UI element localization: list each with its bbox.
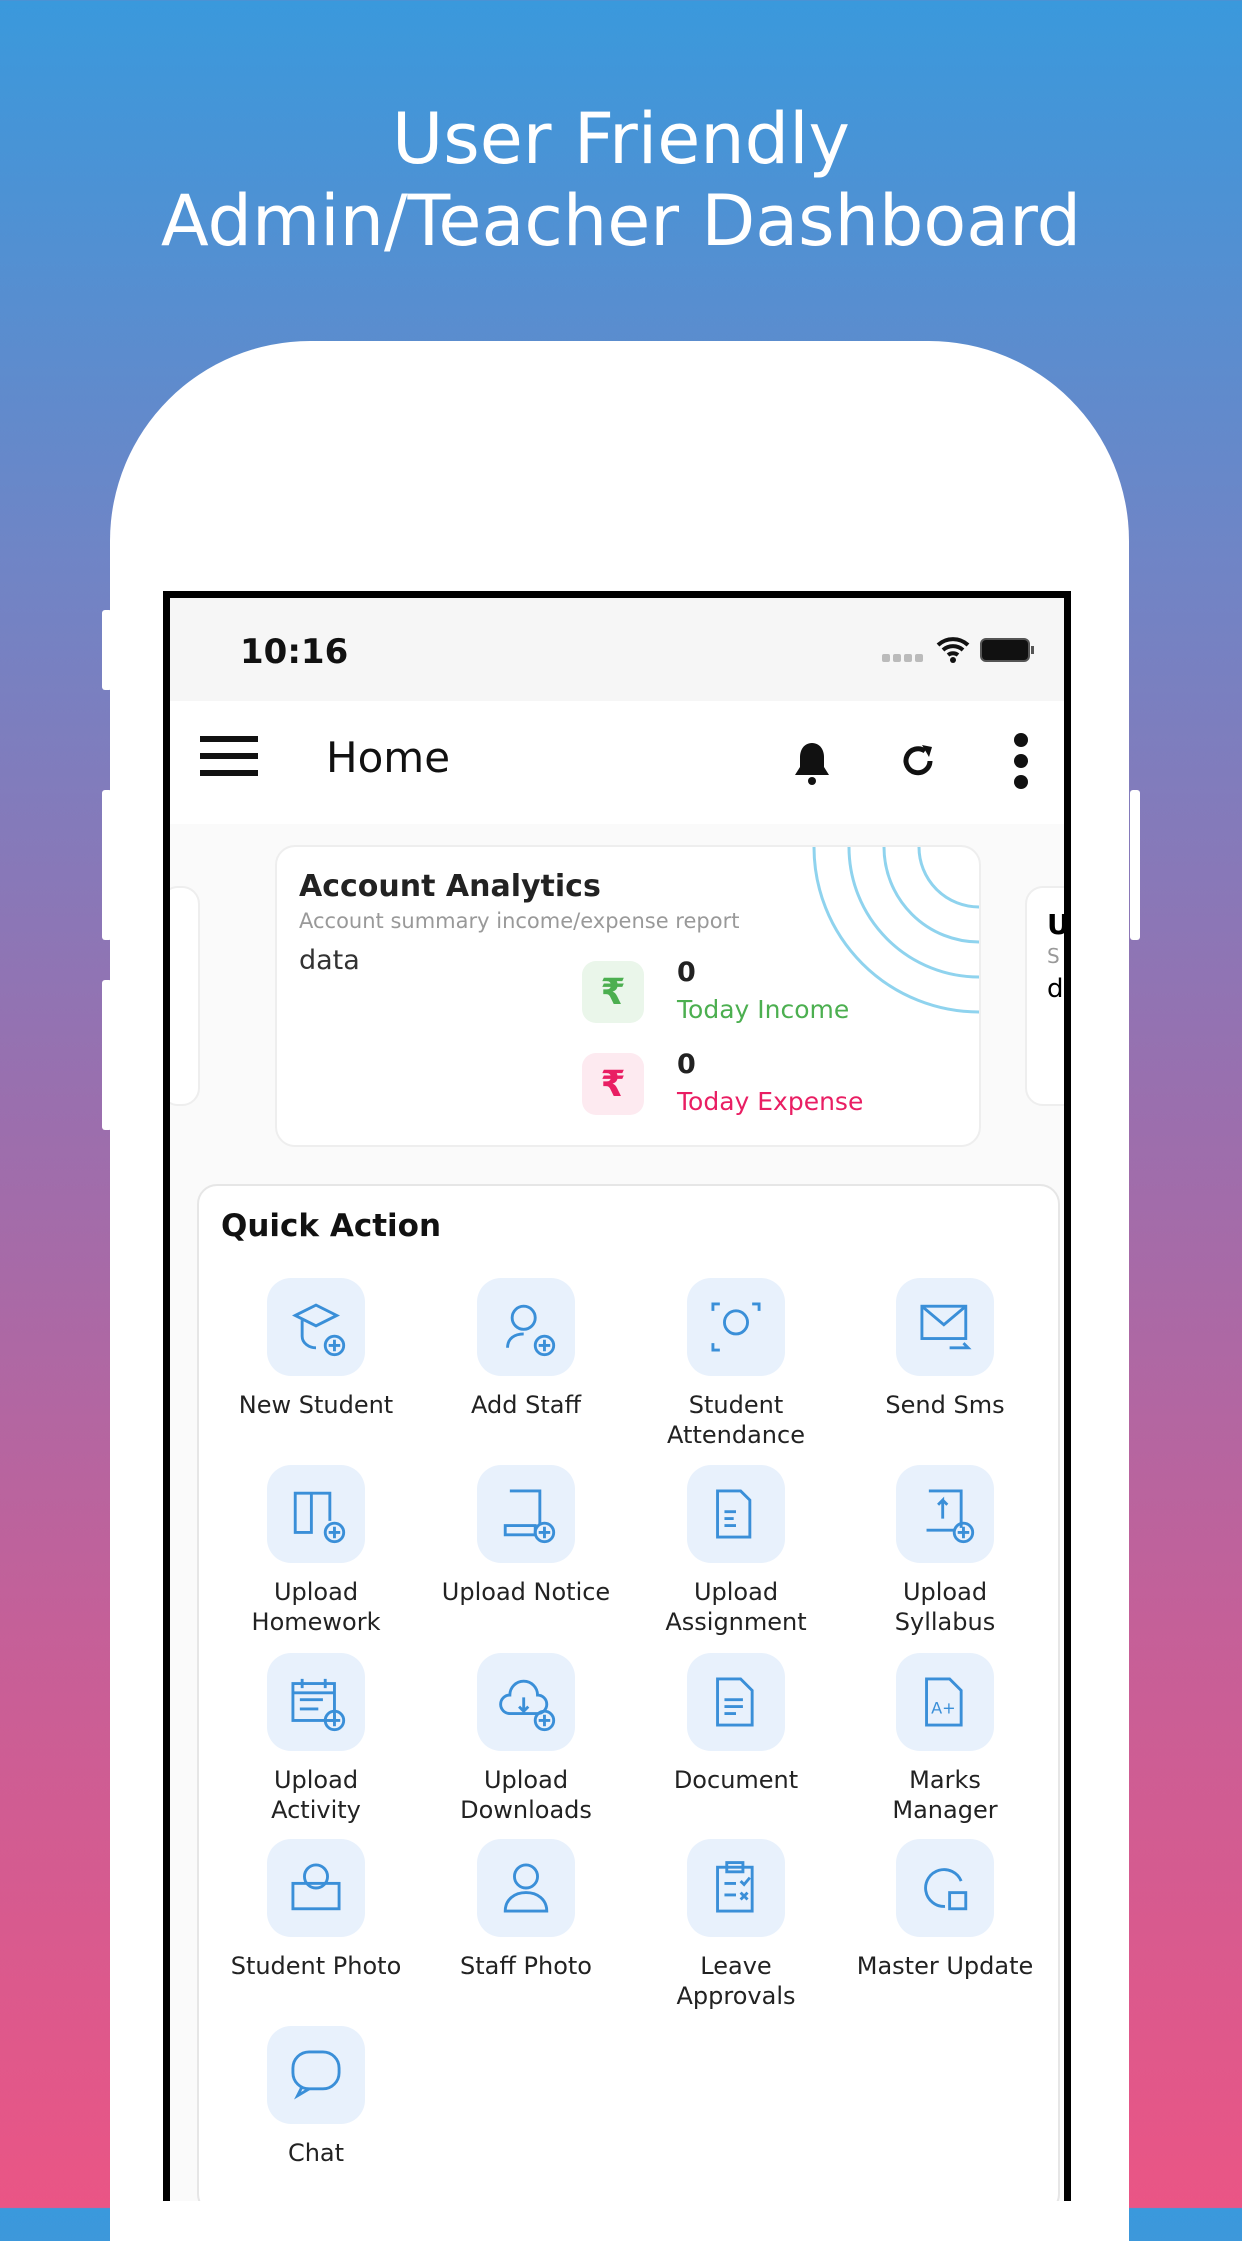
today-income-label: Today Income bbox=[677, 995, 850, 1024]
quick-action-chat[interactable]: Chat bbox=[211, 2026, 421, 2168]
income-rupee-icon: ₹ bbox=[582, 961, 644, 1023]
quick-action-label: Master Update bbox=[856, 1952, 1034, 1980]
calendar-add-icon bbox=[267, 1653, 365, 1751]
account-title: Account Analytics bbox=[299, 869, 601, 904]
more-vertical-icon[interactable] bbox=[1013, 733, 1029, 789]
attendance-icon bbox=[687, 1278, 785, 1376]
marks-icon: A+ bbox=[896, 1653, 994, 1751]
app-bar: Home bbox=[170, 701, 1064, 824]
headline-line-1: User Friendly bbox=[392, 98, 850, 180]
quick-action-label: Upload Assignment bbox=[665, 1578, 807, 1636]
cloud-download-icon bbox=[477, 1653, 575, 1751]
staff-photo-icon bbox=[477, 1839, 575, 1937]
quick-action-title: Quick Action bbox=[221, 1208, 442, 1244]
quick-action-staff-photo[interactable]: Staff Photo bbox=[421, 1839, 631, 1981]
account-analytics-card[interactable]: Account Analytics Account summary income… bbox=[275, 845, 981, 1147]
bell-icon[interactable] bbox=[792, 739, 832, 787]
quick-action-label: Send Sms bbox=[885, 1391, 1005, 1419]
quick-action-label: Add Staff bbox=[471, 1391, 581, 1419]
page-title: Home bbox=[326, 733, 451, 782]
quick-action-label: Staff Photo bbox=[460, 1952, 592, 1980]
battery-icon bbox=[980, 638, 1034, 662]
next-card-data: d bbox=[1047, 974, 1064, 1004]
phone-screen: 10:16 Home U S d Account Analytics Accou… bbox=[163, 591, 1071, 2201]
menu-icon[interactable] bbox=[200, 736, 258, 776]
next-card-subtitle: S bbox=[1047, 944, 1060, 968]
status-bar: 10:16 bbox=[170, 598, 1064, 701]
mail-send-icon bbox=[896, 1278, 994, 1376]
refresh-icon[interactable] bbox=[898, 741, 938, 781]
quick-action-marks-manager[interactable]: A+ Marks Manager bbox=[840, 1653, 1050, 1825]
quick-action-send-sms[interactable]: Send Sms bbox=[840, 1278, 1050, 1420]
headline: User Friendly Admin/Teacher Dashboard bbox=[0, 98, 1242, 262]
quick-action-label: Upload Downloads bbox=[460, 1766, 592, 1824]
status-time: 10:16 bbox=[240, 632, 349, 672]
next-card-title: U bbox=[1047, 908, 1070, 941]
quick-action-label: Chat bbox=[287, 2139, 345, 2167]
quick-action-label: Upload Activity bbox=[271, 1766, 361, 1824]
headline-line-2: Admin/Teacher Dashboard bbox=[160, 180, 1082, 262]
quick-action-upload-downloads[interactable]: Upload Downloads bbox=[421, 1653, 631, 1825]
quick-action-card: Quick Action New Student Add Staff Student… bbox=[197, 1184, 1060, 2201]
quick-action-upload-syllabus[interactable]: Upload Syllabus bbox=[840, 1465, 1050, 1637]
wifi-icon bbox=[936, 637, 970, 663]
quick-action-upload-activity[interactable]: Upload Activity bbox=[211, 1653, 421, 1825]
signal-icon bbox=[882, 654, 923, 662]
quick-action-new-student[interactable]: New Student bbox=[211, 1278, 421, 1420]
assignment-icon bbox=[687, 1465, 785, 1563]
next-card-peek[interactable]: U S d bbox=[1025, 886, 1070, 1106]
quick-action-leave-approvals[interactable]: Leave Approvals bbox=[631, 1839, 841, 2011]
book-add-icon bbox=[267, 1465, 365, 1563]
previous-card-peek[interactable] bbox=[170, 886, 200, 1106]
svg-text:A+: A+ bbox=[931, 1699, 956, 1718]
quick-action-label: Upload Notice bbox=[441, 1578, 611, 1606]
syllabus-upload-icon bbox=[896, 1465, 994, 1563]
today-income-value: 0 bbox=[677, 957, 696, 988]
quick-action-student-attendance[interactable]: Student Attendance bbox=[631, 1278, 841, 1450]
expense-rupee-icon: ₹ bbox=[582, 1053, 644, 1115]
today-expense-value: 0 bbox=[677, 1049, 696, 1080]
student-add-icon bbox=[267, 1278, 365, 1376]
account-subtitle: Account summary income/expense report bbox=[299, 909, 740, 933]
quick-action-document[interactable]: Document bbox=[631, 1653, 841, 1795]
quick-action-upload-assignment[interactable]: Upload Assignment bbox=[631, 1465, 841, 1637]
quick-action-label: Student Photo bbox=[230, 1952, 402, 1980]
quick-action-student-photo[interactable]: Student Photo bbox=[211, 1839, 421, 1981]
account-data-label: data bbox=[299, 945, 360, 976]
quick-action-label: Upload Syllabus bbox=[894, 1578, 996, 1636]
quick-action-label: New Student bbox=[238, 1391, 394, 1419]
quick-action-label: Marks Manager bbox=[892, 1766, 998, 1824]
student-photo-icon bbox=[267, 1839, 365, 1937]
phone-side-button bbox=[1130, 790, 1140, 940]
quick-action-upload-notice[interactable]: Upload Notice bbox=[421, 1465, 631, 1607]
quick-action-label: Leave Approvals bbox=[676, 1952, 796, 2010]
quick-action-upload-homework[interactable]: Upload Homework bbox=[211, 1465, 421, 1637]
quick-action-label: Upload Homework bbox=[251, 1578, 381, 1636]
update-icon bbox=[896, 1839, 994, 1937]
quick-action-master-update[interactable]: Master Update bbox=[840, 1839, 1050, 1981]
quick-action-label: Document bbox=[673, 1766, 799, 1794]
checklist-icon bbox=[687, 1839, 785, 1937]
notice-add-icon bbox=[477, 1465, 575, 1563]
document-icon bbox=[687, 1653, 785, 1751]
quick-action-label: Student Attendance bbox=[667, 1391, 805, 1449]
today-expense-label: Today Expense bbox=[677, 1087, 864, 1116]
quick-action-add-staff[interactable]: Add Staff bbox=[421, 1278, 631, 1420]
staff-add-icon bbox=[477, 1278, 575, 1376]
chat-icon bbox=[267, 2026, 365, 2124]
